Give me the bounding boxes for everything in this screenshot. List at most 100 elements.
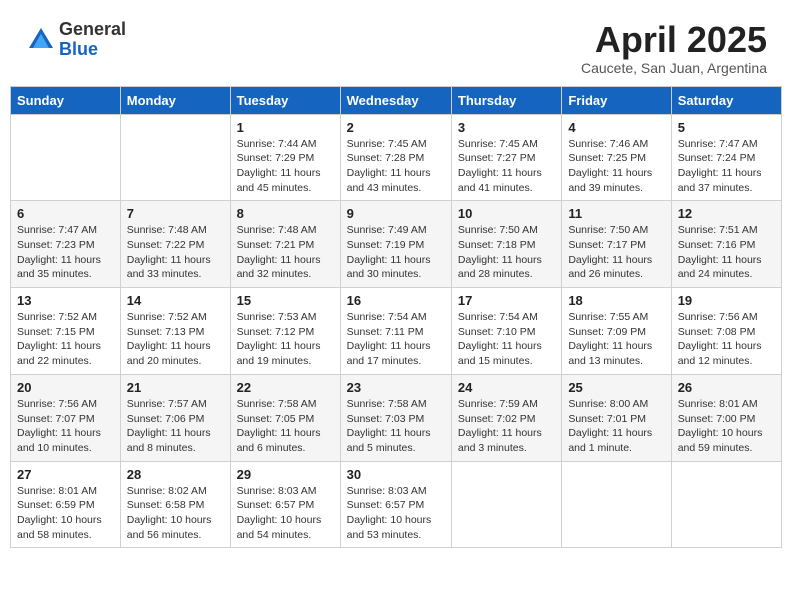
day-number: 22 bbox=[237, 380, 334, 395]
calendar-header-thursday: Thursday bbox=[451, 86, 561, 114]
page-header: General Blue April 2025 Caucete, San Jua… bbox=[10, 10, 782, 81]
day-number: 2 bbox=[347, 120, 445, 135]
day-info: Sunrise: 7:50 AMSunset: 7:18 PMDaylight:… bbox=[458, 223, 555, 282]
calendar-header-wednesday: Wednesday bbox=[340, 86, 451, 114]
calendar-table: SundayMondayTuesdayWednesdayThursdayFrid… bbox=[10, 86, 782, 549]
calendar-cell: 11 Sunrise: 7:50 AMSunset: 7:17 PMDayligh… bbox=[562, 201, 671, 288]
day-info: Sunrise: 7:59 AMSunset: 7:02 PMDaylight:… bbox=[458, 397, 555, 456]
calendar-cell: 24Sunrise: 7:59 AMSunset: 7:02 PMDayligh… bbox=[451, 374, 561, 461]
day-number: 29 bbox=[237, 467, 334, 482]
day-info: Sunrise: 8:03 AMSunset: 6:57 PMDaylight:… bbox=[347, 484, 445, 543]
day-number: 8 bbox=[237, 206, 334, 221]
day-info: Sunrise: 8:03 AMSunset: 6:57 PMDaylight:… bbox=[237, 484, 334, 543]
day-info: Sunrise: 7:54 AMSunset: 7:10 PMDaylight:… bbox=[458, 310, 555, 369]
calendar-header-friday: Friday bbox=[562, 86, 671, 114]
day-number: 6 bbox=[17, 206, 114, 221]
day-number: 28 bbox=[127, 467, 224, 482]
day-number: 20 bbox=[17, 380, 114, 395]
day-info: Sunrise: 7:52 AMSunset: 7:15 PMDaylight:… bbox=[17, 310, 114, 369]
calendar-cell: 21Sunrise: 7:57 AMSunset: 7:06 PMDayligh… bbox=[120, 374, 230, 461]
calendar-cell bbox=[11, 114, 121, 201]
day-info: Sunrise: 7:50 AMSunset: 7:17 PMDaylight:… bbox=[568, 223, 664, 282]
day-info: Sunrise: 7:47 AMSunset: 7:23 PMDaylight:… bbox=[17, 223, 114, 282]
day-number: 13 bbox=[17, 293, 114, 308]
calendar-cell: 4 Sunrise: 7:46 AMSunset: 7:25 PMDaylight… bbox=[562, 114, 671, 201]
calendar-cell: 25 Sunrise: 8:00 AMSunset: 7:01 PMDayligh… bbox=[562, 374, 671, 461]
calendar-cell: 7 Sunrise: 7:48 AMSunset: 7:22 PMDaylight… bbox=[120, 201, 230, 288]
calendar-header-tuesday: Tuesday bbox=[230, 86, 340, 114]
day-number: 1 bbox=[237, 120, 334, 135]
calendar-cell: 17 Sunrise: 7:54 AMSunset: 7:10 PMDayligh… bbox=[451, 288, 561, 375]
calendar-cell: 26 Sunrise: 8:01 AMSunset: 7:00 PMDayligh… bbox=[671, 374, 781, 461]
calendar-cell: 19 Sunrise: 7:56 AMSunset: 7:08 PMDayligh… bbox=[671, 288, 781, 375]
day-number: 19 bbox=[678, 293, 775, 308]
calendar-week-row: 6 Sunrise: 7:47 AMSunset: 7:23 PMDaylight… bbox=[11, 201, 782, 288]
calendar-header-saturday: Saturday bbox=[671, 86, 781, 114]
calendar-cell: 5Sunrise: 7:47 AMSunset: 7:24 PMDaylight… bbox=[671, 114, 781, 201]
logo-general-text: General bbox=[59, 20, 126, 40]
day-number: 7 bbox=[127, 206, 224, 221]
calendar-cell: 3 Sunrise: 7:45 AMSunset: 7:27 PMDaylight… bbox=[451, 114, 561, 201]
day-info: Sunrise: 7:54 AMSunset: 7:11 PMDaylight:… bbox=[347, 310, 445, 369]
calendar-cell: 12 Sunrise: 7:51 AMSunset: 7:16 PMDayligh… bbox=[671, 201, 781, 288]
day-number: 27 bbox=[17, 467, 114, 482]
logo-blue-text: Blue bbox=[59, 40, 126, 60]
calendar-cell: 13 Sunrise: 7:52 AMSunset: 7:15 PMDayligh… bbox=[11, 288, 121, 375]
day-info: Sunrise: 7:45 AMSunset: 7:28 PMDaylight:… bbox=[347, 137, 445, 196]
day-info: Sunrise: 7:55 AMSunset: 7:09 PMDaylight:… bbox=[568, 310, 664, 369]
day-info: Sunrise: 7:51 AMSunset: 7:16 PMDaylight:… bbox=[678, 223, 775, 282]
day-info: Sunrise: 7:58 AMSunset: 7:03 PMDaylight:… bbox=[347, 397, 445, 456]
day-number: 26 bbox=[678, 380, 775, 395]
day-number: 14 bbox=[127, 293, 224, 308]
day-number: 12 bbox=[678, 206, 775, 221]
day-info: Sunrise: 7:47 AMSunset: 7:24 PMDaylight:… bbox=[678, 137, 775, 196]
day-info: Sunrise: 7:56 AMSunset: 7:07 PMDaylight:… bbox=[17, 397, 114, 456]
day-info: Sunrise: 7:48 AMSunset: 7:22 PMDaylight:… bbox=[127, 223, 224, 282]
logo-icon bbox=[25, 24, 57, 56]
day-info: Sunrise: 8:00 AMSunset: 7:01 PMDaylight:… bbox=[568, 397, 664, 456]
calendar-cell bbox=[120, 114, 230, 201]
day-number: 25 bbox=[568, 380, 664, 395]
calendar-cell: 30 Sunrise: 8:03 AMSunset: 6:57 PMDayligh… bbox=[340, 461, 451, 548]
calendar-header-row: SundayMondayTuesdayWednesdayThursdayFrid… bbox=[11, 86, 782, 114]
day-info: Sunrise: 7:48 AMSunset: 7:21 PMDaylight:… bbox=[237, 223, 334, 282]
calendar-cell: 27 Sunrise: 8:01 AMSunset: 6:59 PMDayligh… bbox=[11, 461, 121, 548]
calendar-cell: 16Sunrise: 7:54 AMSunset: 7:11 PMDayligh… bbox=[340, 288, 451, 375]
calendar-cell: 9Sunrise: 7:49 AMSunset: 7:19 PMDaylight… bbox=[340, 201, 451, 288]
day-info: Sunrise: 8:01 AMSunset: 7:00 PMDaylight:… bbox=[678, 397, 775, 456]
day-info: Sunrise: 7:46 AMSunset: 7:25 PMDaylight:… bbox=[568, 137, 664, 196]
calendar-week-row: 27 Sunrise: 8:01 AMSunset: 6:59 PMDayligh… bbox=[11, 461, 782, 548]
calendar-cell: 18 Sunrise: 7:55 AMSunset: 7:09 PMDayligh… bbox=[562, 288, 671, 375]
day-number: 4 bbox=[568, 120, 664, 135]
calendar-header-monday: Monday bbox=[120, 86, 230, 114]
location-subtitle: Caucete, San Juan, Argentina bbox=[581, 60, 767, 76]
day-info: Sunrise: 7:56 AMSunset: 7:08 PMDaylight:… bbox=[678, 310, 775, 369]
calendar-cell: 10 Sunrise: 7:50 AMSunset: 7:18 PMDayligh… bbox=[451, 201, 561, 288]
day-number: 21 bbox=[127, 380, 224, 395]
day-info: Sunrise: 7:45 AMSunset: 7:27 PMDaylight:… bbox=[458, 137, 555, 196]
calendar-cell: 29 Sunrise: 8:03 AMSunset: 6:57 PMDayligh… bbox=[230, 461, 340, 548]
day-number: 15 bbox=[237, 293, 334, 308]
day-number: 11 bbox=[568, 206, 664, 221]
day-number: 3 bbox=[458, 120, 555, 135]
calendar-cell: 8 Sunrise: 7:48 AMSunset: 7:21 PMDaylight… bbox=[230, 201, 340, 288]
calendar-cell: 20 Sunrise: 7:56 AMSunset: 7:07 PMDayligh… bbox=[11, 374, 121, 461]
day-number: 18 bbox=[568, 293, 664, 308]
day-info: Sunrise: 7:52 AMSunset: 7:13 PMDaylight:… bbox=[127, 310, 224, 369]
logo-text: General Blue bbox=[59, 20, 126, 60]
calendar-cell bbox=[562, 461, 671, 548]
calendar-header-sunday: Sunday bbox=[11, 86, 121, 114]
day-info: Sunrise: 7:58 AMSunset: 7:05 PMDaylight:… bbox=[237, 397, 334, 456]
day-info: Sunrise: 8:01 AMSunset: 6:59 PMDaylight:… bbox=[17, 484, 114, 543]
day-info: Sunrise: 8:02 AMSunset: 6:58 PMDaylight:… bbox=[127, 484, 224, 543]
day-number: 23 bbox=[347, 380, 445, 395]
calendar-cell: 14 Sunrise: 7:52 AMSunset: 7:13 PMDayligh… bbox=[120, 288, 230, 375]
day-number: 30 bbox=[347, 467, 445, 482]
calendar-week-row: 1Sunrise: 7:44 AMSunset: 7:29 PMDaylight… bbox=[11, 114, 782, 201]
calendar-cell bbox=[671, 461, 781, 548]
calendar-cell: 22 Sunrise: 7:58 AMSunset: 7:05 PMDayligh… bbox=[230, 374, 340, 461]
day-number: 17 bbox=[458, 293, 555, 308]
day-number: 10 bbox=[458, 206, 555, 221]
calendar-cell: 6 Sunrise: 7:47 AMSunset: 7:23 PMDaylight… bbox=[11, 201, 121, 288]
day-number: 9 bbox=[347, 206, 445, 221]
